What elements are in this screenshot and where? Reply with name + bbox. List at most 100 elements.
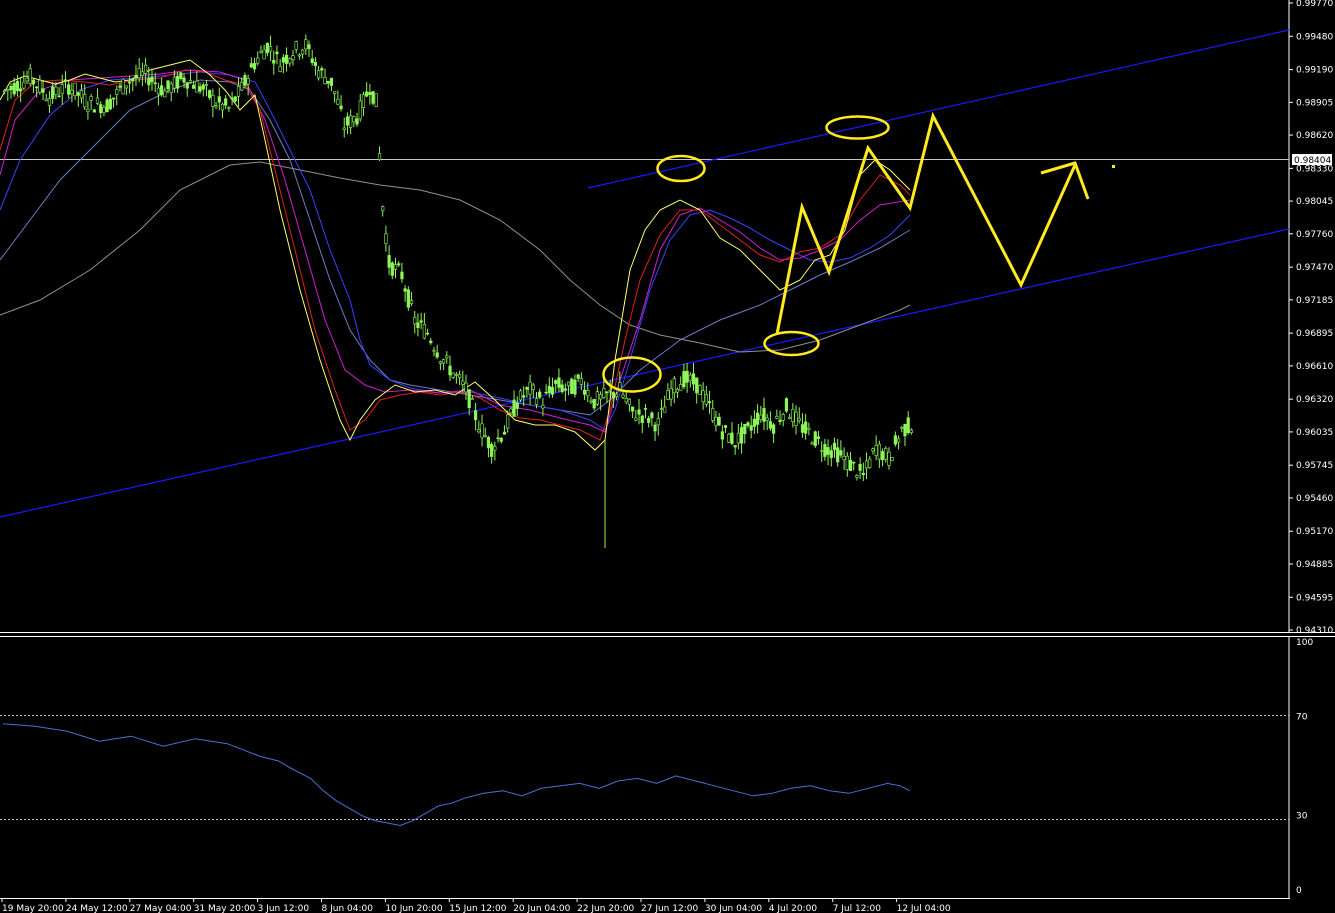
candle-body <box>659 408 664 410</box>
candle-body <box>573 379 577 395</box>
candle-body <box>707 401 712 404</box>
candle-body <box>387 255 391 268</box>
time-tick-label: 8 Jun 04:00 <box>322 904 374 913</box>
price-tick-label: 0.98045 <box>1296 197 1333 207</box>
candle-body <box>743 423 747 435</box>
candle-body <box>765 417 769 421</box>
candle-body <box>92 109 96 113</box>
price-tick-label: 0.99770 <box>1296 0 1333 9</box>
candle-body <box>906 417 910 433</box>
candle-body <box>349 115 353 128</box>
time-tick-label: 30 Jun 04:00 <box>705 904 762 913</box>
candle-body <box>214 105 218 108</box>
candle-body <box>755 412 760 425</box>
candle-body <box>858 464 862 471</box>
candle-body <box>390 262 394 276</box>
candle-body <box>352 116 356 123</box>
candle-body <box>647 418 651 423</box>
candle-body <box>909 429 913 433</box>
time-tick-label: 27 May 04:00 <box>130 904 192 913</box>
candle-body <box>791 408 795 422</box>
time-tick-label: 31 May 20:00 <box>194 904 256 913</box>
candle-body <box>467 389 471 408</box>
price-tick-label: 0.96320 <box>1296 395 1333 405</box>
candle-body <box>355 118 359 125</box>
candle-body <box>345 116 350 126</box>
rsi-panel: 100 70 30 0 <box>0 636 1313 898</box>
candle-body <box>150 76 154 83</box>
candle-body <box>137 67 141 78</box>
current-price-tag: 0.98404 <box>1292 154 1332 166</box>
candle-body <box>884 448 888 460</box>
candle-body <box>413 317 417 325</box>
time-tick-label: 4 Jul 20:00 <box>769 904 818 913</box>
candle-body <box>643 408 648 410</box>
candle-body <box>156 87 161 95</box>
candle-body <box>278 65 282 72</box>
candle-body <box>374 93 378 107</box>
candle-body <box>538 391 542 398</box>
candle-body <box>188 80 193 83</box>
candle-body <box>714 416 718 426</box>
candle-body <box>317 70 321 79</box>
candle-body <box>826 447 830 455</box>
candle-body <box>868 458 872 468</box>
candle-body <box>531 384 535 390</box>
candle-body <box>400 271 404 280</box>
candle-body <box>650 412 654 419</box>
candle-body <box>820 450 824 452</box>
candle-body <box>163 90 167 98</box>
candle-body <box>611 392 616 399</box>
candle-body <box>602 388 606 398</box>
time-tick-label: 10 Jun 20:00 <box>385 904 442 913</box>
candle-body <box>634 417 638 421</box>
candle-body <box>739 427 744 444</box>
time-tick-label: 3 Jun 12:00 <box>258 904 310 913</box>
candle-body <box>160 85 164 96</box>
candle-body <box>679 384 683 391</box>
candle-body <box>275 51 279 55</box>
candle <box>727 432 731 443</box>
candle-body <box>108 98 112 110</box>
candle-body <box>153 82 157 85</box>
candle-body <box>208 90 212 98</box>
candle-body <box>38 80 42 93</box>
candle-body <box>615 393 619 397</box>
candle-body <box>627 398 632 405</box>
candle-body <box>227 107 231 109</box>
candle-body <box>297 54 301 57</box>
candle-body <box>409 300 414 304</box>
candle-body <box>230 97 234 100</box>
candle-body <box>576 374 580 379</box>
rsi-line <box>2 723 911 827</box>
candle-body <box>813 431 817 446</box>
candle-body <box>185 82 189 89</box>
candle-body <box>848 459 853 471</box>
time-tick-label: 19 May 20:00 <box>2 904 64 913</box>
candle-body <box>653 424 657 432</box>
candle-body <box>294 41 298 50</box>
candle-body <box>105 99 109 113</box>
candle-body <box>397 263 401 266</box>
candle-body <box>371 91 375 104</box>
candle-body <box>522 395 526 398</box>
price-axis-ticks: 0.997700.994800.991900.989050.986200.983… <box>1289 0 1333 636</box>
price-tick-label: 0.96895 <box>1296 329 1333 339</box>
candle-body <box>832 442 837 450</box>
candle-body <box>83 94 87 108</box>
candle-body <box>147 77 151 86</box>
candle-body <box>368 92 372 95</box>
candle-body <box>448 365 452 376</box>
candle-body <box>195 80 199 93</box>
candle-body <box>393 264 398 270</box>
candle-body <box>864 460 869 469</box>
candle-body <box>307 44 311 49</box>
candle-body <box>772 424 776 434</box>
price-tick-label: 0.95745 <box>1296 461 1333 471</box>
candle-body <box>172 76 177 89</box>
candle-body <box>246 78 250 85</box>
candle-body <box>41 88 45 93</box>
rsi-tick-label: 100 <box>1296 638 1313 648</box>
candle-body <box>518 390 523 401</box>
candle-body <box>807 427 811 430</box>
